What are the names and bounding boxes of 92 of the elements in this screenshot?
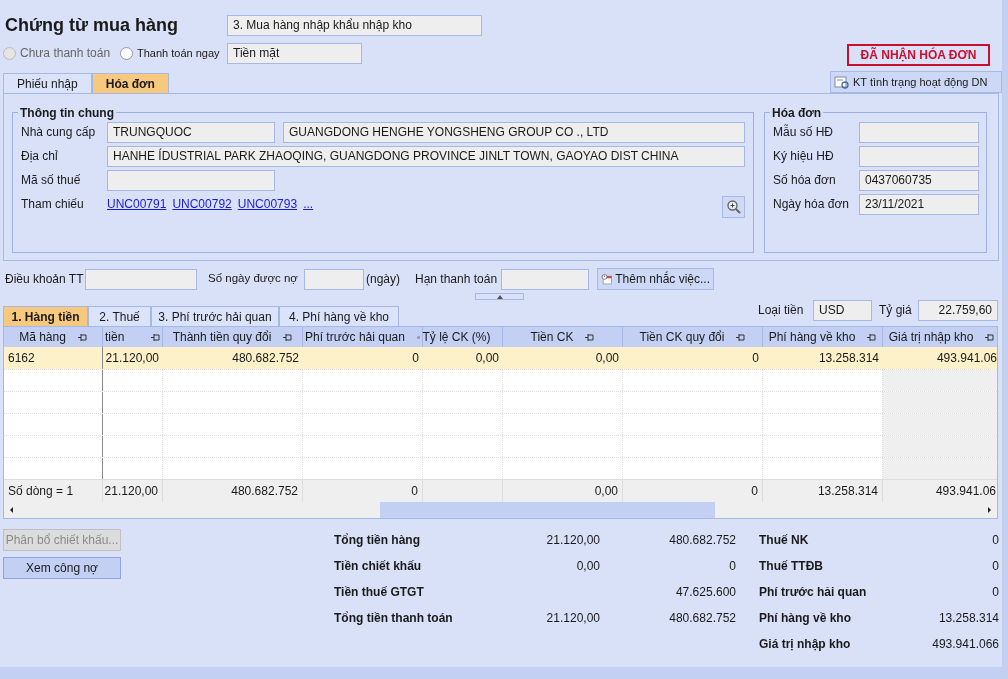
column-title: Mã hàng xyxy=(19,329,66,346)
tab[interactable]: 4. Phí hàng về kho xyxy=(279,306,399,326)
splitter-handle[interactable] xyxy=(475,293,524,300)
tab[interactable]: Phiếu nhập xyxy=(3,73,92,93)
field-label: Ký hiệu HĐ xyxy=(773,148,835,165)
reference-link[interactable]: ... xyxy=(303,195,314,213)
invoice-status-badge: ĐÃ NHẬN HÓA ĐƠN xyxy=(847,44,990,66)
column-title: Tỷ lệ CK (%) xyxy=(422,329,491,346)
radio-button[interactable]: Thanh toán ngay xyxy=(120,44,227,62)
cost-label: Phí hàng về kho xyxy=(759,610,851,627)
table-cell-text: 0 xyxy=(411,350,420,367)
field-label: Tỷ giá xyxy=(879,302,913,319)
field-label: Loại tiền xyxy=(758,302,805,319)
check-status-button[interactable]: KT tình trạng hoạt động DN xyxy=(830,71,1002,93)
action-button[interactable]: Xem công nợ xyxy=(3,557,121,579)
table-cell-text: 480.682.752 xyxy=(231,350,300,367)
tab[interactable]: Hóa đơn xyxy=(91,73,169,93)
supplier-name-field[interactable]: GUANGDONG HENGHE YONGSHENG GROUP CO ., LTD xyxy=(283,121,745,143)
reference-link[interactable]: UNC00792 xyxy=(172,195,232,213)
tab[interactable]: 2. Thuế xyxy=(88,306,151,326)
reference-link[interactable]: UNC00791 xyxy=(107,195,167,213)
invoice-field[interactable]: 23/11/2021 xyxy=(859,193,979,215)
total-value: 480.682.752 xyxy=(669,532,736,549)
due-date-field[interactable] xyxy=(501,268,589,290)
cost-value: 0 xyxy=(992,558,999,575)
cost-label: Thuế TTĐB xyxy=(759,558,823,575)
field-label: Tham chiếu xyxy=(21,196,85,213)
table-cell-text: 0,00 xyxy=(594,350,620,367)
total-value: 0,00 xyxy=(576,558,600,575)
document-search-icon xyxy=(834,75,850,89)
invoice-field[interactable] xyxy=(859,121,979,143)
table-cell: 6162 xyxy=(4,347,103,369)
column-title: Thành tiền quy đổi xyxy=(172,329,272,346)
field-label: Địa chỉ xyxy=(21,148,59,165)
zoom-in-icon xyxy=(725,199,742,215)
currency-field[interactable]: USD xyxy=(813,299,872,321)
total-label: Tổng tiền thanh toán xyxy=(334,610,454,627)
total-value: 47.625.600 xyxy=(675,584,736,601)
table-cell-text: 13.258.314 xyxy=(817,350,880,367)
reference-link[interactable]: UNC00793 xyxy=(237,195,298,213)
cost-value: 493.941.066 xyxy=(932,636,999,653)
field-label: Hạn thanh toán xyxy=(415,271,499,288)
total-value: 0 xyxy=(729,558,736,575)
voucher-type-field[interactable]: 3. Mua hàng nhập khẩu nhập kho xyxy=(227,14,482,36)
caret-up-icon xyxy=(496,294,503,299)
calendar-clock-icon xyxy=(601,271,613,287)
exchange-rate-field[interactable]: 22.759,60 xyxy=(918,299,998,321)
total-value: 21.120,00 xyxy=(546,532,600,549)
table-cell-text: 0,00 xyxy=(474,350,500,367)
cost-value: 0 xyxy=(992,584,999,601)
cost-label: Thuế NK xyxy=(759,532,809,549)
column-title: Phí hàng về kho xyxy=(768,329,856,346)
column-title: Tiền CK xyxy=(530,329,574,346)
payment-terms-field[interactable] xyxy=(85,268,197,290)
supplier-code-field[interactable]: TRUNGQUOC xyxy=(107,121,275,143)
invoice-field[interactable] xyxy=(859,145,979,167)
cost-label: Giá trị nhập kho xyxy=(759,636,851,653)
cost-value: 0 xyxy=(992,532,999,549)
cost-label: Phí trước hải quan xyxy=(759,584,867,601)
total-label: Tiền chiết khấu xyxy=(334,558,423,575)
field-label: Số ngày được nợ xyxy=(208,271,299,287)
column-title: Giá trị nhập kho xyxy=(888,329,974,346)
field-label: Nhà cung cấp xyxy=(21,124,97,141)
form-title: Chứng từ mua hàng xyxy=(5,13,180,37)
invoice-field[interactable]: 0437060735 xyxy=(859,169,979,191)
field-label: Mẫu số HĐ xyxy=(773,123,835,141)
total-value: 21.120,00 xyxy=(546,610,600,627)
tab[interactable]: 1. Hàng tiền xyxy=(3,306,88,326)
table-cell-text: 21.120,00 xyxy=(104,350,160,367)
add-reminder-button[interactable]: Thêm nhắc việc... xyxy=(597,268,714,290)
credit-days-field[interactable] xyxy=(304,268,364,290)
field-label: Điều khoản TT xyxy=(5,271,85,288)
field-label: Mã số thuế xyxy=(21,172,82,189)
column-title: Phí trước hải quan xyxy=(305,329,405,346)
column-title: Tiền CK quy đổi xyxy=(639,329,725,346)
tax-code-field[interactable] xyxy=(107,169,275,191)
tab[interactable]: 3. Phí trước hải quan xyxy=(151,306,279,326)
total-label: Tiền thuế GTGT xyxy=(334,584,425,601)
scrollbar-thumb[interactable] xyxy=(380,502,715,518)
field-label: Số hóa đơn xyxy=(773,172,837,189)
field-label: Ngày hóa đơn xyxy=(773,196,850,213)
zoom-button[interactable] xyxy=(722,196,745,218)
payment-method-field[interactable]: Tiền mặt xyxy=(227,42,362,64)
column-title: tiền xyxy=(105,329,125,346)
total-label: Tổng tiền hàng xyxy=(334,532,421,549)
horizontal-scrollbar[interactable] xyxy=(4,502,997,518)
cost-value: 13.258.314 xyxy=(938,610,999,627)
address-field[interactable]: HANHE ÍDUSTRIAL PARK ZHAOQING, GUANGDONG PROVINCE JINLT TOWN, GAOYAO DIST CHINA xyxy=(107,145,745,167)
table-cell-text: 0 xyxy=(751,350,760,367)
table-cell-text: 493.941.06 xyxy=(935,350,997,367)
unit-label: (ngày) xyxy=(366,271,401,288)
total-value: 480.682.752 xyxy=(669,610,736,627)
